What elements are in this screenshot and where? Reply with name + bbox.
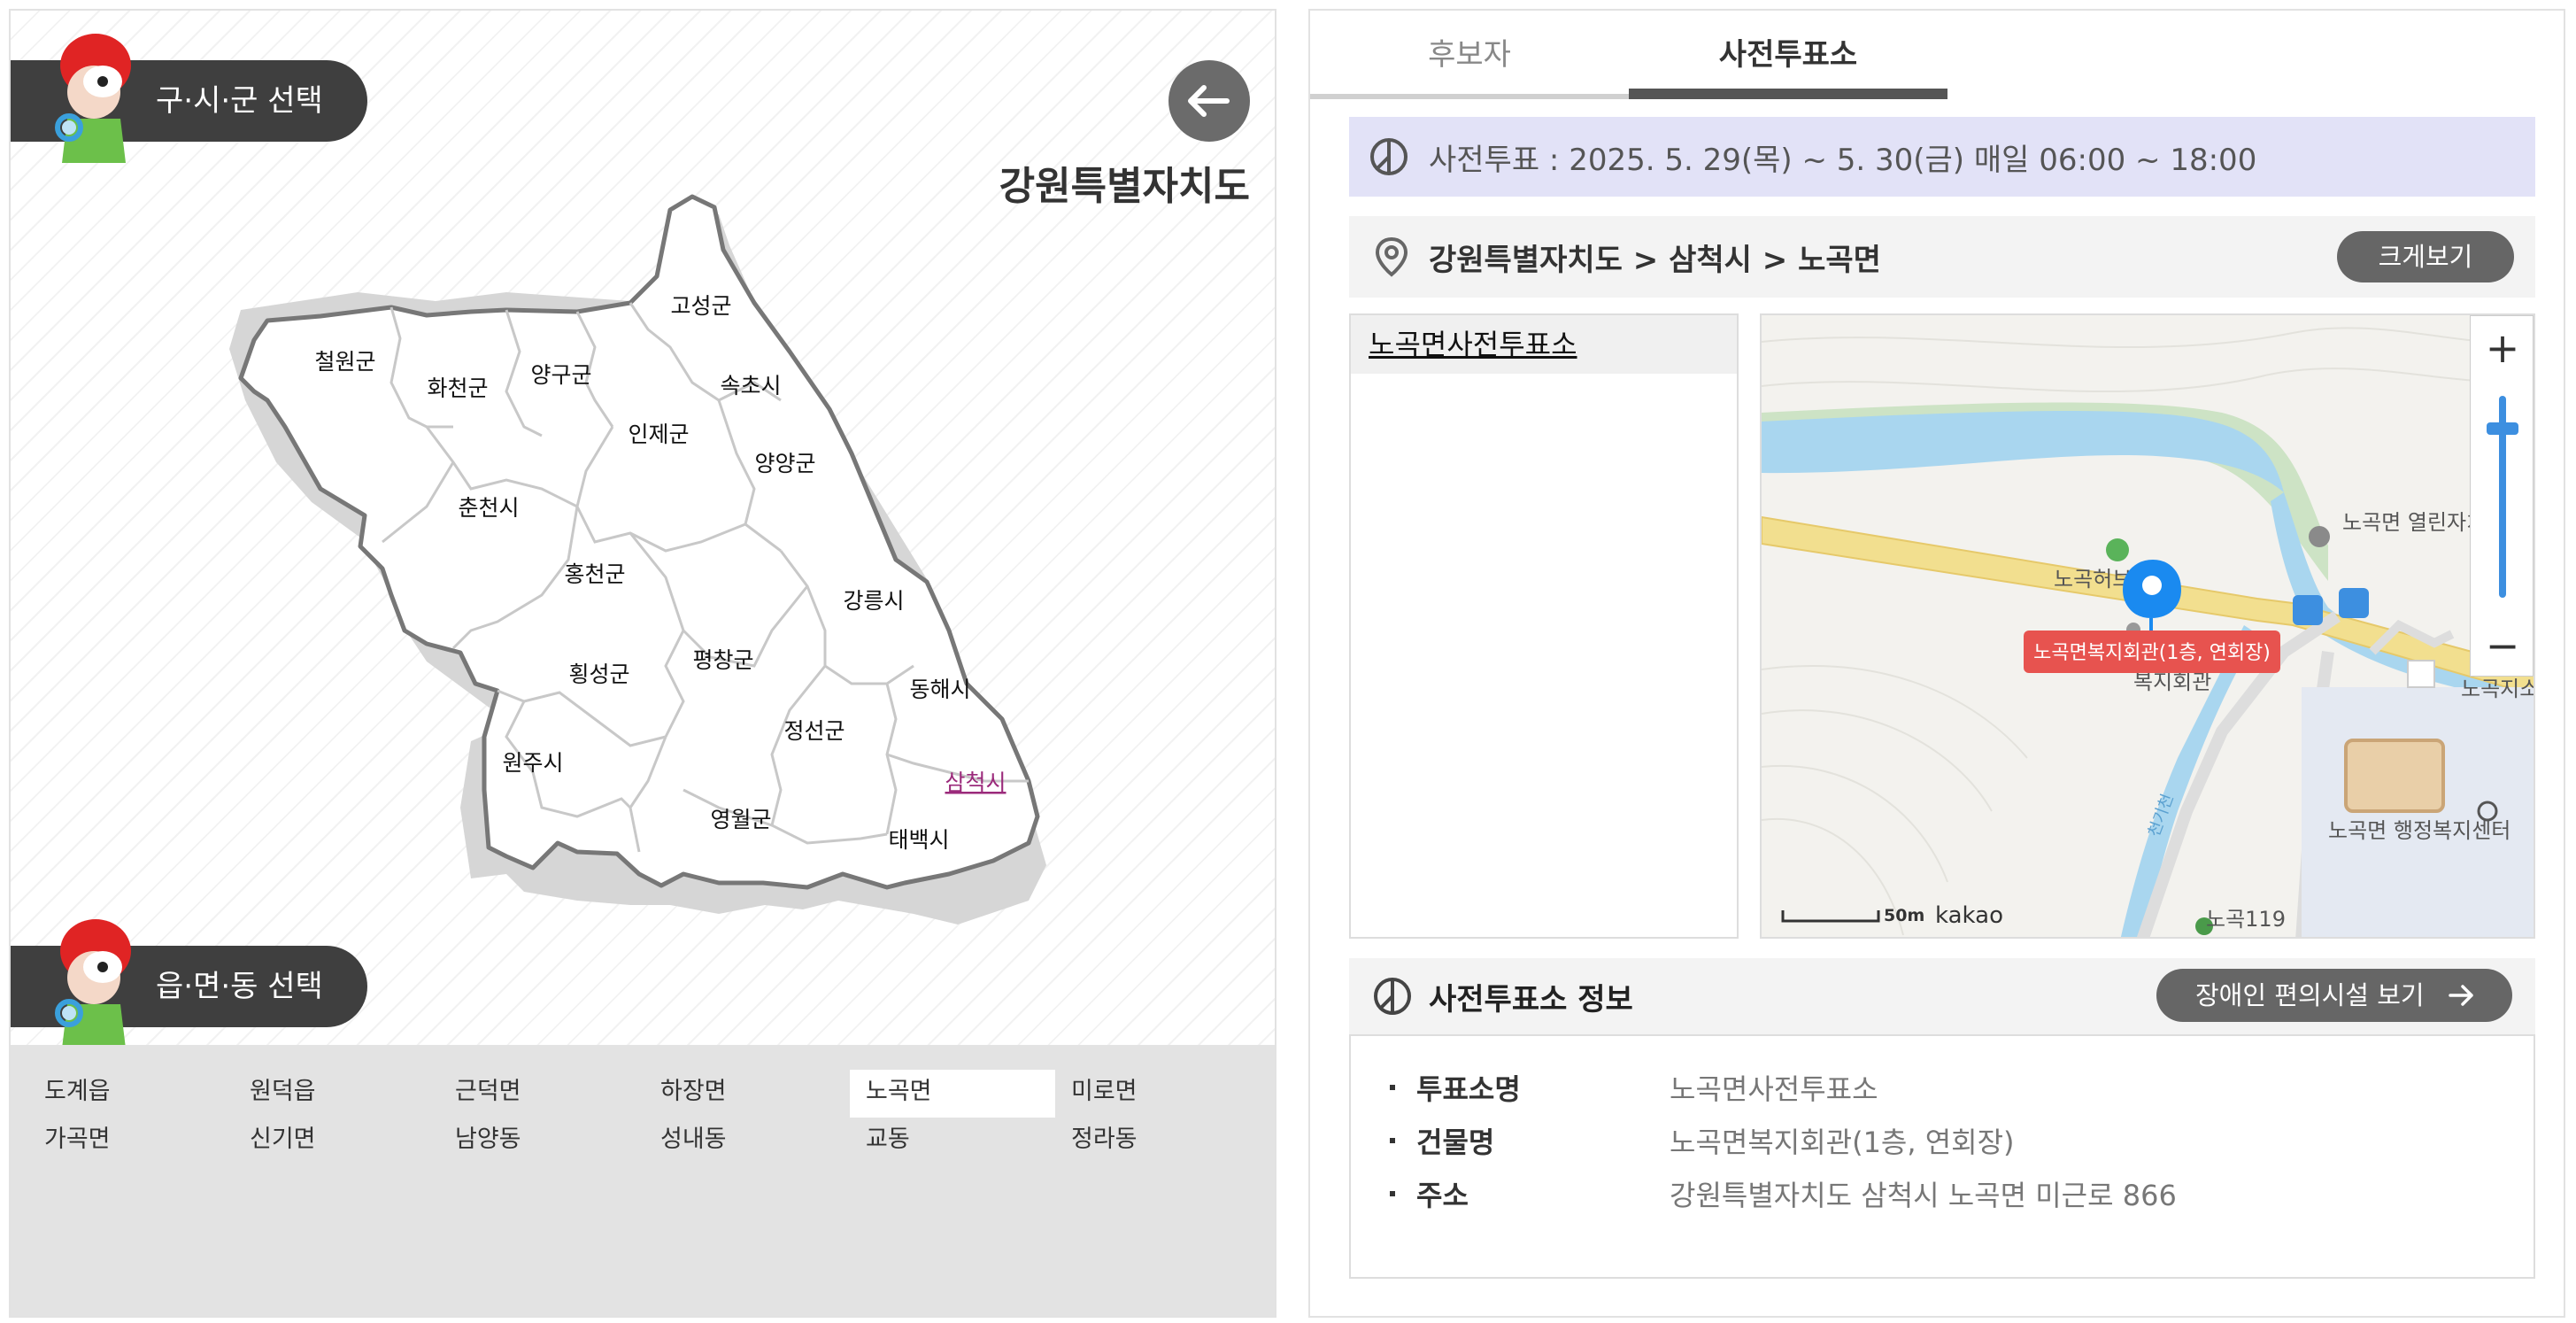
facility-button[interactable]: 장애인 편의시설 보기 [2156,969,2512,1022]
district-14[interactable]: 원주시 [502,750,563,776]
dong-item[interactable]: 정라동 [1055,1118,1261,1165]
tab-early-voting[interactable]: 사전투표소 [1629,11,1947,99]
dong-item[interactable]: 신기면 [234,1118,439,1165]
location-pin-icon [1375,236,1408,277]
dong-item[interactable]: 가곡면 [28,1118,234,1165]
dong-item[interactable]: 노곡면 [850,1070,1055,1118]
dong-item[interactable]: 미로면 [1055,1070,1261,1118]
info-row: 건물명 노곡면복지회관(1층, 연회장) [1390,1114,2534,1167]
info-value: 노곡면복지회관(1층, 연회장) [1670,1126,2015,1159]
info-key: 주소 [1416,1179,1469,1212]
district-17[interactable]: 태백시 [888,827,949,853]
view-larger-button[interactable]: 크게보기 [2337,231,2514,282]
district-16[interactable]: 영월군 [710,807,771,832]
zoom-out-button[interactable]: − [2471,614,2534,677]
district-13[interactable]: 정선군 [783,718,845,744]
dong-item[interactable]: 성내동 [644,1118,850,1165]
map-label: 노곡면 행정복지센터 [2328,818,2510,843]
map-label: 복지회관 [2133,669,2211,694]
district-7[interactable]: 춘천시 [458,495,519,521]
marker-label[interactable]: 노곡면복지회관(1층, 연회장) [2033,642,2271,664]
location-bar: 강원특별자치도 > 삼척시 > 노곡면 크게보기 [1349,216,2535,298]
tab-candidates[interactable]: 후보자 [1310,11,1629,99]
info-body: 투표소명 노곡면사전투표소 건물명 노곡면복지회관(1층, 연회장) 주소 강원특별자… [1349,1034,2535,1279]
bullet-icon [1390,1191,1395,1196]
arrow-right-icon [2449,985,2473,1006]
province-title: 강원특별자치도 [999,164,1250,209]
map-brand: kakao [1935,902,2003,929]
dong-list: 도계읍 원덕읍 근덕면 하장면 노곡면 미로면가곡면 신기면 남양동 성내동 교동 정라동 [11,1045,1275,1316]
mascot-icon [55,919,131,1048]
district-9[interactable]: 강릉시 [843,588,904,614]
dong-item[interactable]: 근덕면 [439,1070,644,1118]
tab-bar: 후보자 사전투표소 [1310,11,1947,99]
dong-item[interactable]: 교동 [850,1118,1055,1165]
district-6[interactable]: 양양군 [754,451,815,476]
location-path: 강원특별자치도 > 삼척시 > 노곡면 [1429,242,1881,278]
info-key: 건물명 [1416,1126,1495,1159]
kakao-map[interactable]: 노곡면 열린자치센터 노곡허브 복지회관 노곡면 행정복지센터 노곡119 천기… [1760,313,2535,939]
polling-station-item[interactable]: 노곡면사전투표소 [1351,315,1737,374]
schedule-text: 사전투표 : 2025. 5. 29(목) ~ 5. 30(금) 매일 06:0… [1429,142,2257,178]
info-key: 투표소명 [1416,1072,1521,1106]
dong-item[interactable]: 하장면 [644,1070,850,1118]
vote-icon [1374,978,1411,1015]
zoom-in-button[interactable]: + [2471,316,2534,380]
district-2[interactable]: 양구군 [530,362,591,388]
district-11[interactable]: 평창군 [692,647,753,673]
info-value: 강원특별자치도 삼척시 노곡면 미근로 866 [1670,1179,2177,1212]
dong-item[interactable]: 도계읍 [28,1070,234,1118]
district-select-panel: 철원군화천군 양구군 고성군속초시인제군양양군춘천시홍천군강릉시횡성군 평창군동해시정… [9,9,1276,1318]
facility-button-label: 장애인 편의시설 보기 [2195,980,2425,1010]
district-12[interactable]: 동해시 [909,677,970,702]
bullet-icon [1390,1138,1395,1143]
zoom-control: + − [2470,315,2534,677]
vote-icon [1370,138,1408,175]
info-value: 노곡면사전투표소 [1670,1072,1878,1106]
mascot-icon [55,34,131,163]
map-scale: 50m [1884,906,1924,925]
district-4[interactable]: 속초시 [720,373,781,398]
polling-station-list: 노곡면사전투표소 [1349,313,1739,939]
info-header: 사전투표소 정보 장애인 편의시설 보기 [1349,958,2535,1034]
schedule-banner: 사전투표 : 2025. 5. 29(목) ~ 5. 30(금) 매일 06:0… [1349,117,2535,197]
zoom-handle[interactable] [2487,422,2518,435]
district-15[interactable]: 삼척시 [945,770,1006,795]
bullet-icon [1390,1085,1395,1090]
dong-item[interactable]: 원덕읍 [234,1070,439,1118]
info-title: 사전투표소 정보 [1429,981,1633,1017]
map-label: 노곡119 [2206,907,2286,932]
result-panel: 후보자 사전투표소 사전투표 : 2025. 5. 29(목) ~ 5. 30(… [1308,9,2565,1318]
map-label: 노곡지소 [2461,677,2535,701]
info-row: 투표소명 노곡면사전투표소 [1390,1061,2534,1114]
district-3[interactable]: 고성군 [670,293,731,319]
district-8[interactable]: 홍천군 [564,561,625,587]
back-button[interactable] [1168,60,1250,142]
district-0[interactable]: 철원군 [314,349,375,375]
dong-item[interactable]: 남양동 [439,1118,644,1165]
district-1[interactable]: 화천군 [427,375,488,401]
arrow-left-icon [1188,85,1230,117]
district-10[interactable]: 횡성군 [568,662,629,687]
map-canvas[interactable]: 노곡면 열린자치센터 노곡허브 복지회관 노곡면 행정복지센터 노곡119 천기… [1762,315,2535,939]
district-5[interactable]: 인제군 [628,422,689,447]
info-row: 주소 강원특별자치도 삼척시 노곡면 미근로 866 [1390,1167,2534,1220]
map-label: 노곡허브 [2054,567,2132,592]
